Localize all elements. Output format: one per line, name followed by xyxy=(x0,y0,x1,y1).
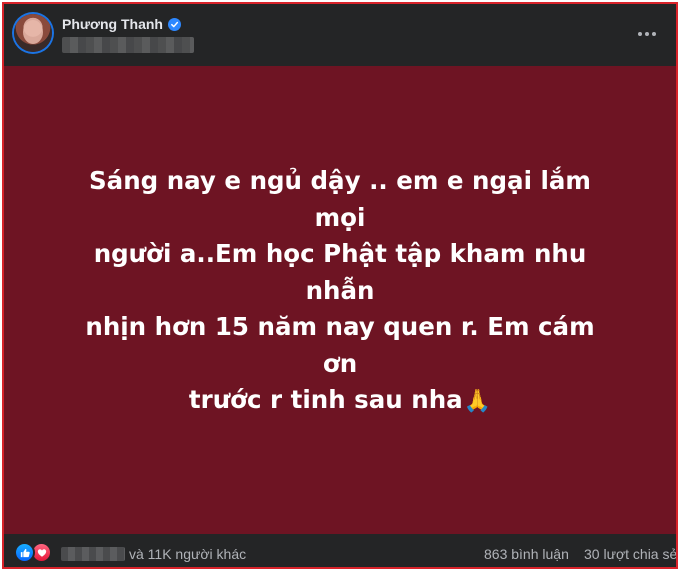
more-options-icon[interactable] xyxy=(636,24,658,44)
reaction-icons[interactable] xyxy=(14,542,52,563)
like-reaction-icon xyxy=(14,542,35,563)
shares-count-link[interactable]: 30 lượt chia sẻ xyxy=(584,546,676,562)
post-content-line-3: nhịn hơn 15 năm nay quen r. Em cám ơn xyxy=(85,312,595,378)
post-content-line-1: Sáng nay e ngủ dậy .. em e ngại lắm mọi xyxy=(89,166,591,232)
post-content: Sáng nay e ngủ dậy .. em e ngại lắm mọi … xyxy=(80,163,600,421)
avatar-face xyxy=(23,20,43,44)
author-name[interactable]: Phương Thanh xyxy=(62,16,163,32)
post-content-line-4-text: trước r tinh sau nha xyxy=(188,385,463,415)
post-card: Phương Thanh Sáng nay e ngủ dậy .. em e … xyxy=(2,2,678,569)
post-content-line-2: người a..Em học Phật tập kham nhu nhẫn xyxy=(93,239,587,305)
post-footer: và 11K người khác 863 bình luận 30 lượt … xyxy=(4,534,676,567)
verified-badge-icon xyxy=(167,17,181,31)
author-avatar[interactable] xyxy=(14,14,52,52)
post-timestamp-redacted xyxy=(62,37,194,53)
post-content-line-4: trước r tinh sau nha🙏 xyxy=(80,382,600,421)
reaction-summary[interactable]: và 11K người khác xyxy=(129,546,246,562)
comments-count-link[interactable]: 863 bình luận xyxy=(484,546,569,562)
post-body: Sáng nay e ngủ dậy .. em e ngại lắm mọi … xyxy=(4,66,676,534)
folded-hands-icon: 🙏 xyxy=(463,389,492,415)
author-row: Phương Thanh xyxy=(62,14,181,34)
reactor-name-redacted xyxy=(61,547,125,561)
post-header: Phương Thanh xyxy=(4,4,676,66)
